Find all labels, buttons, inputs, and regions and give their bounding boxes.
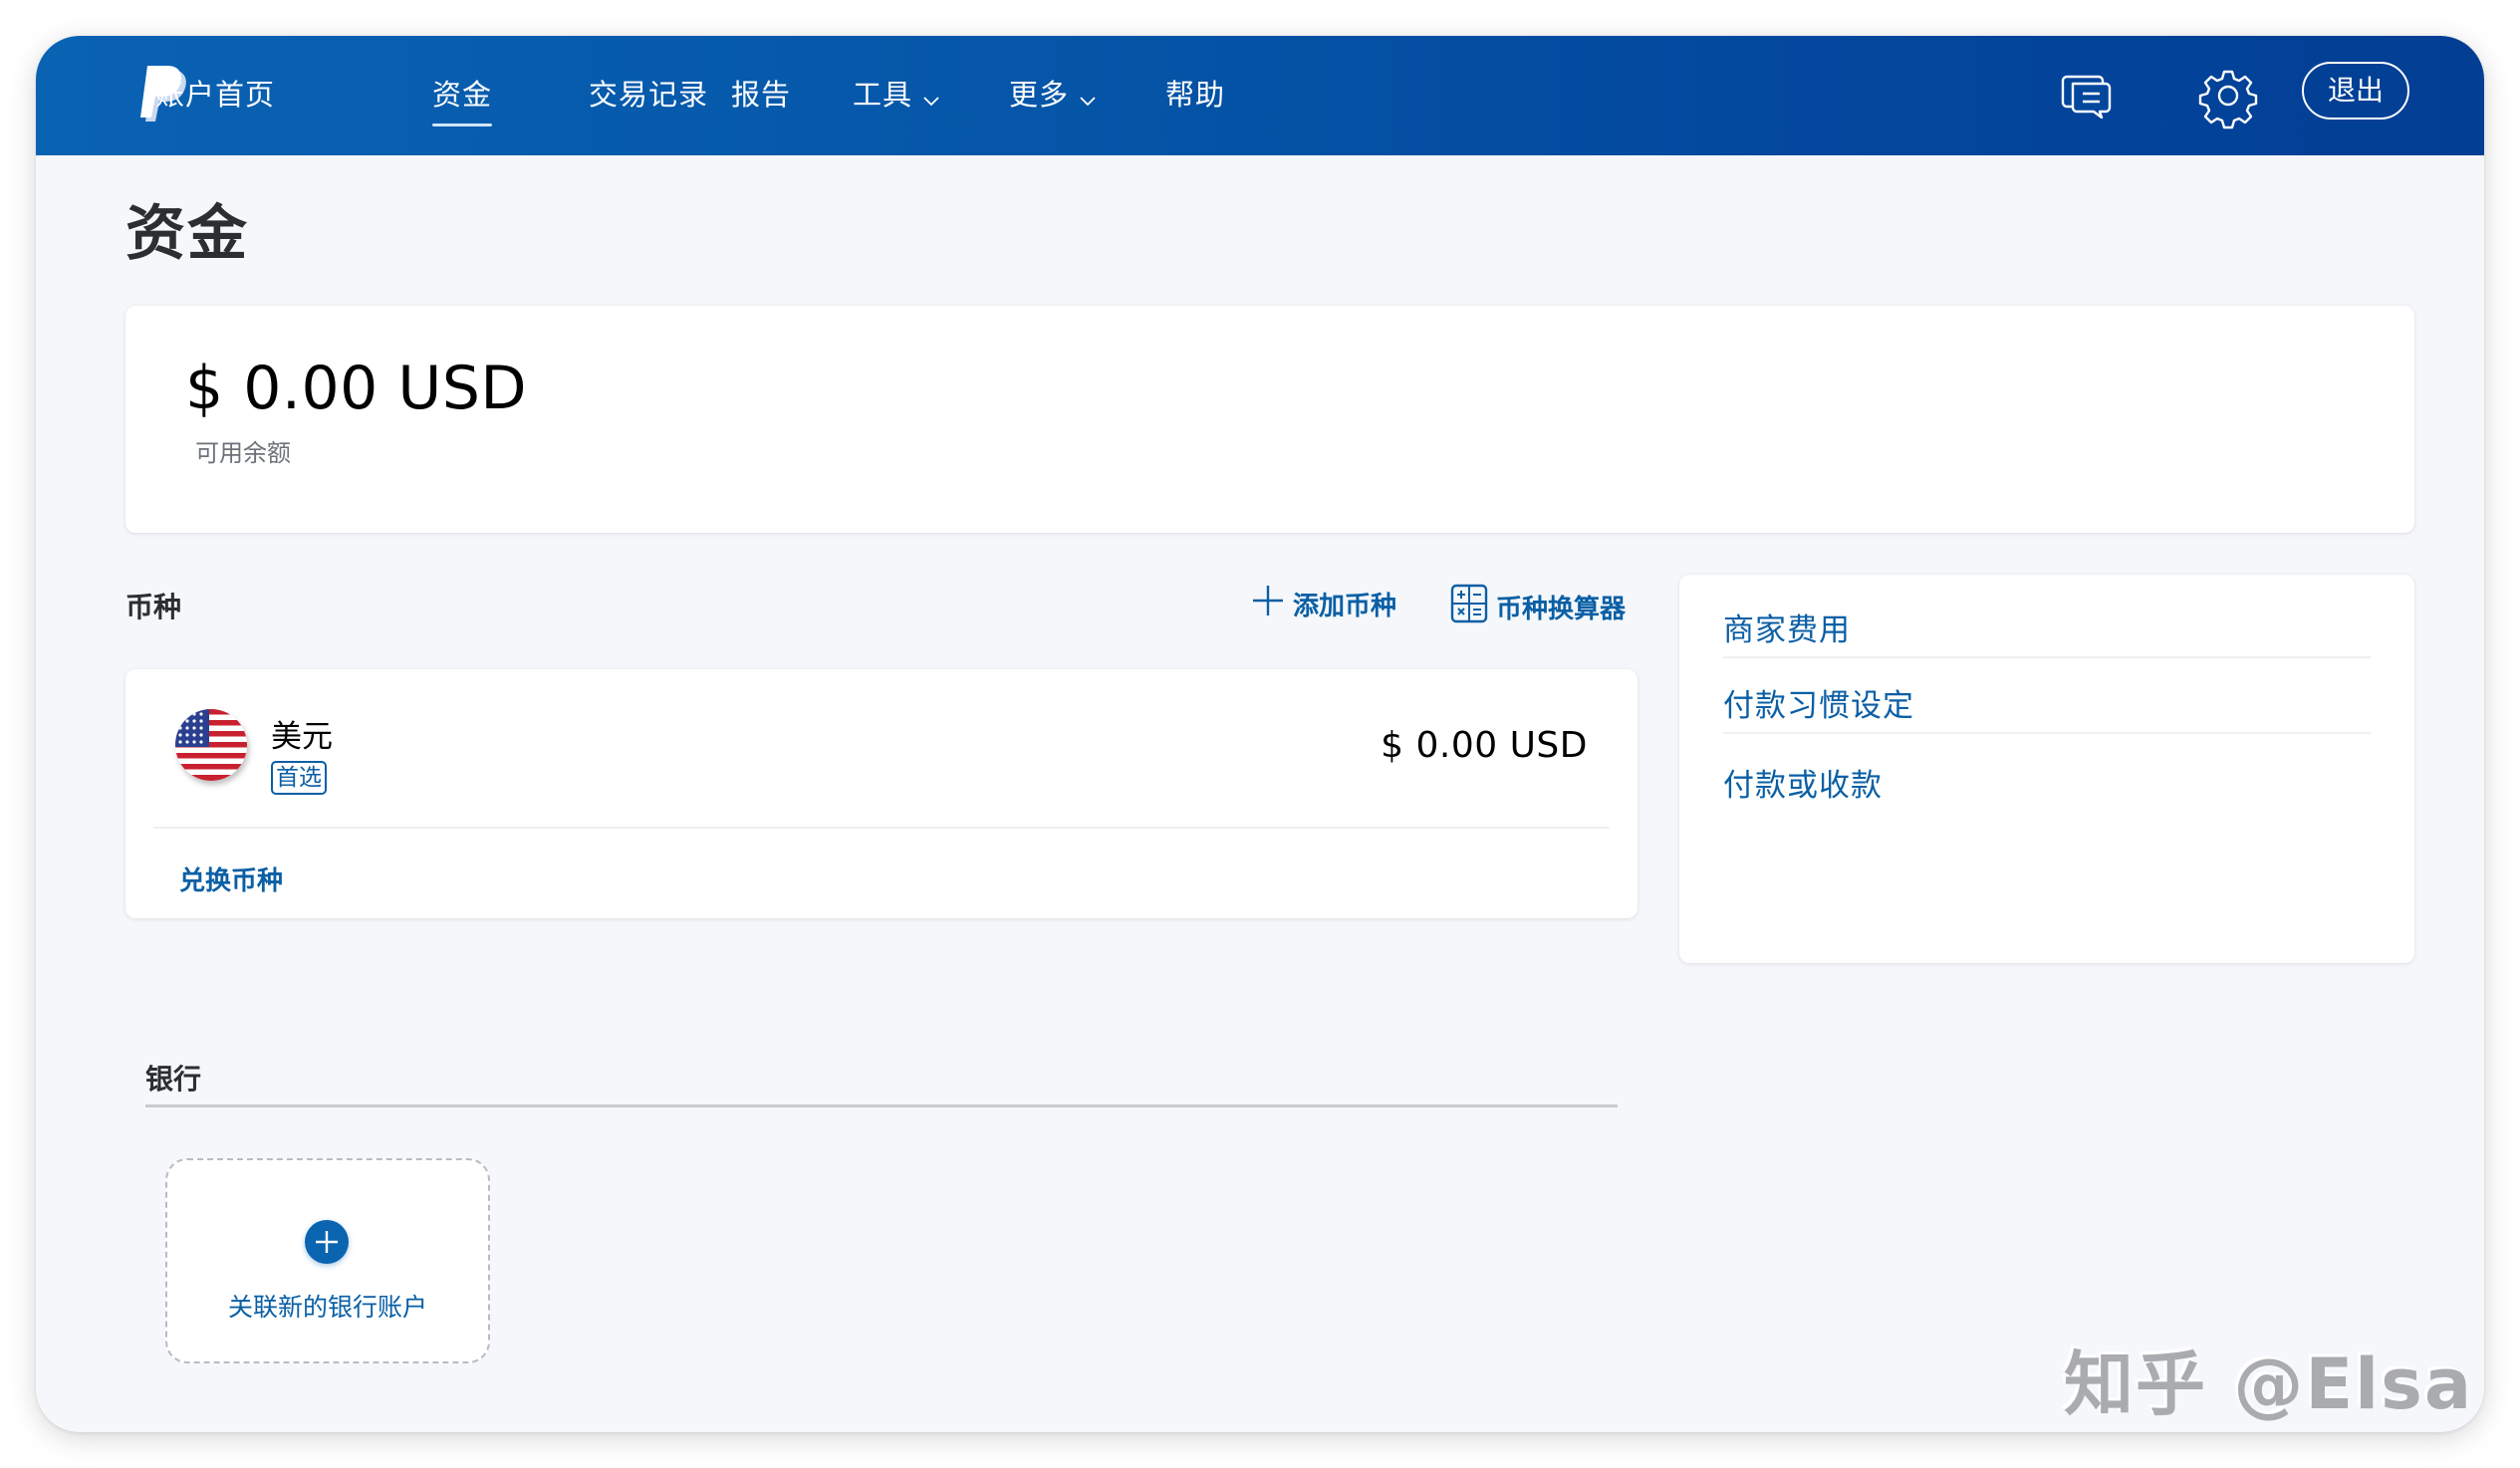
app-window: 账户首页 资金 交易记录 报告 工具 更多 帮助 退出 资金 $ 0.00 US… — [36, 36, 2484, 1432]
top-navbar: 账户首页 资金 交易记录 报告 工具 更多 帮助 退出 — [36, 36, 2484, 155]
active-tab-indicator — [432, 123, 492, 126]
convert-currency-link[interactable]: 兑换币种 — [179, 860, 283, 897]
bank-section-divider — [145, 1104, 1618, 1107]
nav-item-more-label: 更多 — [1009, 78, 1070, 112]
balance-amount: $ 0.00 USD — [185, 354, 528, 423]
link-bank-account-button[interactable]: 关联新的银行账户 — [165, 1158, 490, 1363]
watermark: 知乎 @Elsa — [2064, 1344, 2474, 1425]
balance-label: 可用余额 — [195, 439, 291, 467]
us-flag-icon — [175, 709, 247, 781]
divider — [1723, 732, 2371, 734]
preferred-badge: 首选 — [271, 761, 327, 795]
currency-card: 美元 首选 $ 0.00 USD 兑换币种 — [126, 669, 1638, 918]
bank-section-heading: 银行 — [145, 1063, 202, 1096]
merchant-fees-link[interactable]: 商家费用 — [1723, 605, 1851, 649]
nav-item-tools-label: 工具 — [853, 78, 913, 112]
chevron-down-icon — [922, 72, 940, 122]
divider — [153, 827, 1610, 829]
currency-name: 美元 — [271, 719, 333, 755]
add-currency-link[interactable]: 添加币种 — [1251, 584, 1396, 624]
currency-converter-link[interactable]: 币种换算器 — [1450, 584, 1626, 630]
page-title: 资金 — [126, 199, 249, 269]
nav-item-more[interactable]: 更多 — [1009, 70, 1097, 120]
divider — [1723, 656, 2371, 658]
quick-links-panel: 商家费用 付款习惯设定 付款或收款 — [1679, 575, 2414, 963]
nav-item-funds[interactable]: 资金 — [432, 70, 492, 120]
balance-card: $ 0.00 USD 可用余额 — [126, 306, 2414, 533]
add-currency-label: 添加币种 — [1293, 592, 1397, 621]
currency-section-heading: 币种 — [126, 591, 182, 623]
nav-item-reports[interactable]: 报告 — [731, 70, 791, 120]
nav-item-tools[interactable]: 工具 — [853, 70, 940, 120]
nav-item-transactions[interactable]: 交易记录 — [589, 70, 708, 120]
gear-icon[interactable] — [2192, 60, 2264, 131]
logout-button[interactable]: 退出 — [2302, 62, 2409, 120]
calculator-icon — [1450, 584, 1496, 630]
link-bank-account-label: 关联新的银行账户 — [227, 1293, 427, 1322]
message-center-icon[interactable] — [2050, 60, 2122, 131]
nav-item-help[interactable]: 帮助 — [1165, 70, 1225, 120]
plus-circle-icon — [305, 1220, 349, 1264]
pay-or-receive-link[interactable]: 付款或收款 — [1723, 760, 1883, 805]
nav-item-account-home[interactable]: 账户首页 — [155, 70, 275, 120]
currency-amount: $ 0.00 USD — [1381, 725, 1588, 766]
payment-preferences-link[interactable]: 付款习惯设定 — [1723, 680, 1914, 725]
chevron-down-icon — [1079, 72, 1097, 122]
currency-converter-label: 币种换算器 — [1496, 595, 1627, 624]
plus-icon — [1251, 584, 1293, 624]
